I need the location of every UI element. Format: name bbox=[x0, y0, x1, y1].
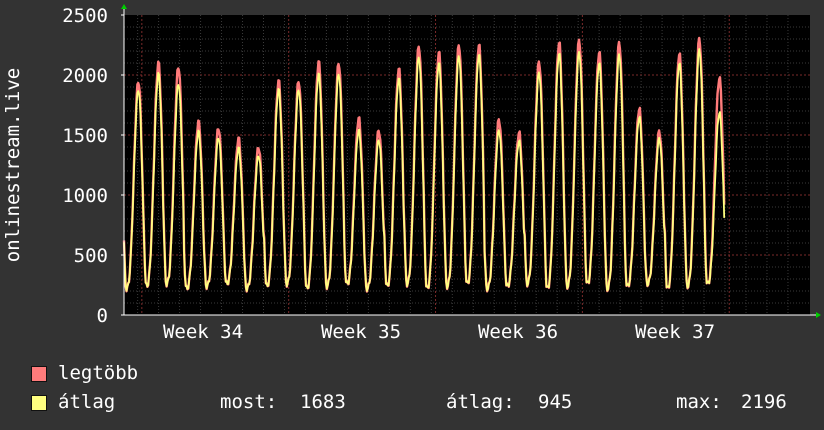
x-tick-label: Week 37 bbox=[635, 321, 715, 343]
y-axis-title: onlinestream.live bbox=[2, 68, 24, 262]
stat-most-label: most: bbox=[220, 391, 278, 413]
legend-swatch-legtobb bbox=[31, 366, 47, 382]
y-tick-label: 0 bbox=[97, 305, 108, 327]
y-tick-label: 2000 bbox=[62, 65, 108, 87]
legend-label-atlag: átlag bbox=[58, 391, 116, 413]
stat-atlag-label: átlag: bbox=[446, 391, 515, 413]
y-tick-labels: 0 500 1000 1500 2000 2500 bbox=[62, 5, 108, 327]
legend-swatch-atlag bbox=[31, 395, 47, 411]
x-axis-arrow bbox=[816, 312, 821, 318]
stat-atlag-value: 945 bbox=[538, 391, 573, 413]
y-tick-label: 500 bbox=[74, 245, 108, 267]
stat-most-value: 1683 bbox=[300, 391, 346, 413]
y-tick-label: 1000 bbox=[62, 185, 108, 207]
y-tick-label: 1500 bbox=[62, 125, 108, 147]
stat-max-label: max: bbox=[676, 391, 722, 413]
y-tick-label: 2500 bbox=[62, 5, 108, 27]
legend-label-legtobb: legtöbb bbox=[58, 362, 139, 384]
stat-max-value: 2196 bbox=[741, 391, 787, 413]
x-tick-labels: Week 34 Week 35 Week 36 Week 37 bbox=[163, 321, 715, 343]
x-tick-label: Week 35 bbox=[321, 321, 401, 343]
x-tick-label: Week 34 bbox=[163, 321, 243, 343]
x-tick-label: Week 36 bbox=[478, 321, 558, 343]
y-axis-arrow bbox=[121, 4, 127, 9]
